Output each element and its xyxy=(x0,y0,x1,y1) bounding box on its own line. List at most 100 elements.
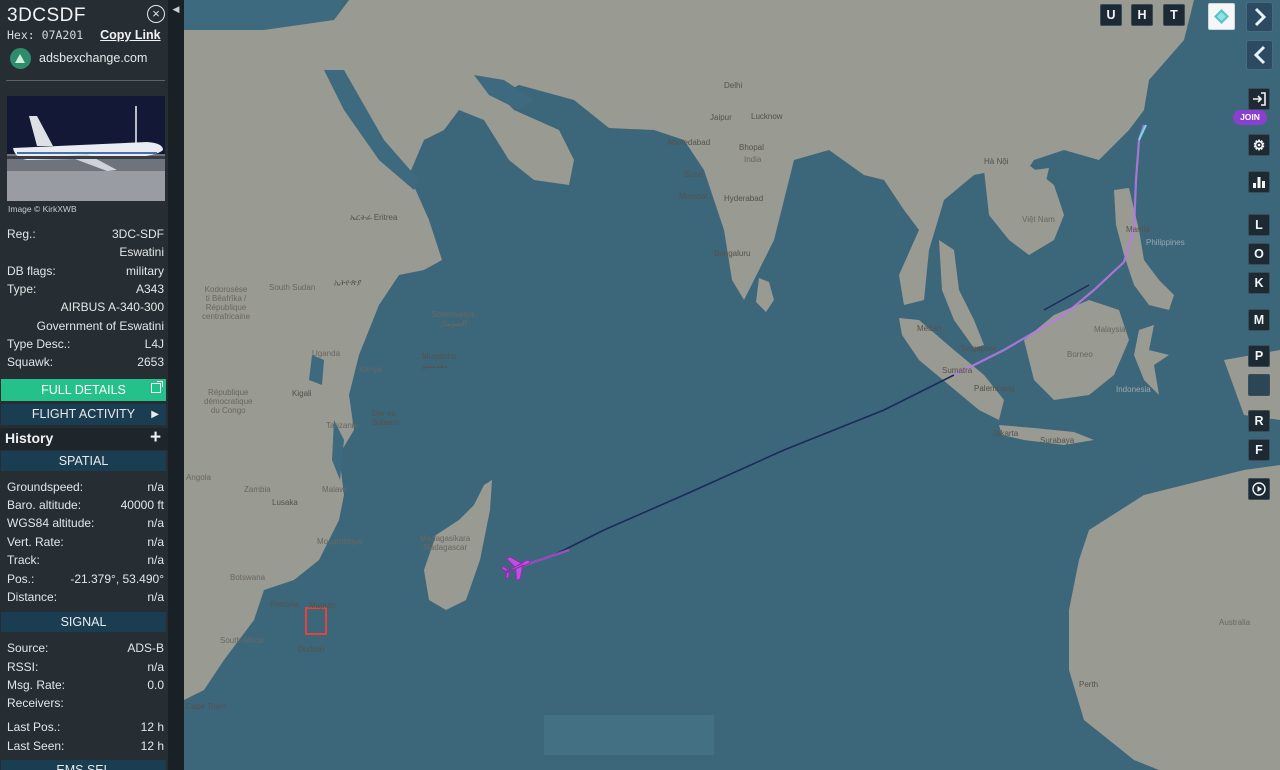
layers-icon xyxy=(1214,9,1229,24)
detail-row: AIRBUS A-340-300 xyxy=(7,300,165,316)
title-row: 3DCSDF × xyxy=(7,5,167,27)
map-control-l[interactable]: L xyxy=(1248,214,1270,236)
signal-row: Msg. Rate: 0.0 xyxy=(7,678,165,694)
city-label-medan: Medan xyxy=(917,324,942,333)
map-control-r[interactable]: R xyxy=(1248,410,1270,432)
map-control-k[interactable]: K xyxy=(1248,272,1270,294)
city-label-lucknow: Lucknow xyxy=(751,112,783,121)
spatial-key: Distance: xyxy=(7,590,58,604)
country-label-mozambique: Moçambique xyxy=(317,537,363,546)
country-label-zambia: Zambia xyxy=(244,485,271,494)
signal-row: Last Seen: 12 h xyxy=(7,739,165,755)
aircraft-photo[interactable] xyxy=(7,96,165,201)
map-control-p[interactable]: P xyxy=(1248,345,1270,367)
detail-row: Eswatini xyxy=(7,245,165,261)
city-label-kigali: Kigali xyxy=(292,389,312,398)
settings-button[interactable]: ⚙ xyxy=(1248,134,1270,156)
full-details-button[interactable]: FULL DETAILS xyxy=(1,379,166,401)
city-label-durban: Durban xyxy=(298,645,325,654)
aircraft-info-panel: 3DCSDF × Hex: 07A201 Copy Link adsbexcha… xyxy=(0,0,168,770)
detail-value: AIRBUS A-340-300 xyxy=(60,300,164,314)
country-label-indonesia: Indonesia xyxy=(1116,385,1151,394)
spatial-value: 40000 ft xyxy=(120,498,164,512)
flight-activity-label: FLIGHT ACTIVITY xyxy=(31,407,136,421)
spatial-key: Baro. altitude: xyxy=(7,498,82,512)
flight-activity-button[interactable]: FLIGHT ACTIVITY ▶ xyxy=(1,404,166,425)
spatial-row: Groundspeed: n/a xyxy=(7,480,165,496)
detail-value: Eswatini xyxy=(119,245,164,259)
country-label-philippines: Philippines xyxy=(1146,238,1185,247)
detail-value: military xyxy=(126,264,164,278)
detail-key: Type Desc.: xyxy=(7,337,71,351)
aircraft-photo-image xyxy=(7,96,165,201)
country-label-malawi: Malawi xyxy=(322,485,347,494)
close-icon[interactable]: × xyxy=(147,5,165,23)
site-link[interactable]: adsbexchange.com xyxy=(10,47,147,69)
detail-row: DB flags: military xyxy=(7,264,165,280)
stats-button[interactable] xyxy=(1248,171,1270,193)
detail-value: Government of Eswatini xyxy=(36,319,164,333)
city-label-ethiopia: ኢትዮጵያ xyxy=(334,278,362,287)
signal-row: RSSI: n/a xyxy=(7,660,165,676)
collapse-arrow-icon[interactable]: ◀ xyxy=(170,3,182,15)
city-label-cape-town: Cape Town xyxy=(186,702,226,711)
hex-value: 07A201 xyxy=(41,28,84,42)
map-layers-button[interactable] xyxy=(1208,3,1235,30)
city-label-singapore: Singapore xyxy=(960,344,997,353)
adsbexchange-logo-icon xyxy=(10,47,31,69)
map-control-f[interactable]: F xyxy=(1248,439,1270,461)
join-badge[interactable]: JOIN xyxy=(1233,110,1267,125)
aircraft-callsign: 3DCSDF xyxy=(7,5,87,26)
signal-key: Last Pos.: xyxy=(7,720,61,734)
city-label-surabaya: Surabaya xyxy=(1040,436,1075,445)
spatial-row: Distance: n/a xyxy=(7,590,165,606)
city-label-ahmedabad: Ahmedabad xyxy=(667,138,711,147)
city-label-delhi: Delhi xyxy=(724,81,743,90)
city-label-mogadishu: Muqdisho مقديشو xyxy=(422,352,457,370)
plus-icon[interactable]: + xyxy=(150,427,161,449)
spatial-row: Vert. Rate: n/a xyxy=(7,535,165,551)
hex-row: Hex: 07A201 Copy Link xyxy=(7,28,161,42)
spatial-row: WGS84 altitude: n/a xyxy=(7,516,165,532)
spatial-header[interactable]: SPATIAL xyxy=(1,451,166,471)
map-control-h[interactable]: H xyxy=(1131,4,1153,26)
sidebar-collapse-strip[interactable]: ◀ xyxy=(168,0,184,770)
signal-key: RSSI: xyxy=(7,660,39,674)
map-control-t[interactable]: T xyxy=(1163,4,1185,26)
country-label-car: Kodorosèse ti Bêafrîka / République cent… xyxy=(202,285,251,321)
panel-back-button[interactable] xyxy=(1246,40,1273,70)
external-link-icon xyxy=(151,381,163,393)
signal-value: ADS-B xyxy=(127,641,164,655)
history-row[interactable]: History + xyxy=(0,427,184,450)
country-label-viet-nam: Việt Nam xyxy=(1022,215,1055,224)
detail-value: 3DC-SDF xyxy=(111,227,164,241)
spatial-value: n/a xyxy=(147,516,164,530)
spatial-row: Pos.: -21.379°, 53.490° xyxy=(7,572,165,588)
bar-chart-icon xyxy=(1253,177,1265,188)
country-label-tanzania: Tanzania xyxy=(326,421,359,430)
ems-sel-header[interactable]: EMS SEL xyxy=(1,760,166,770)
map-control-o[interactable]: O xyxy=(1248,243,1270,265)
panel-forward-button[interactable] xyxy=(1246,2,1273,32)
map-control-m[interactable]: M xyxy=(1248,309,1270,331)
replay-button[interactable] xyxy=(1248,478,1270,500)
copy-link[interactable]: Copy Link xyxy=(100,28,160,42)
country-label-botswana: Botswana xyxy=(230,573,266,582)
map-control-u[interactable]: U xyxy=(1100,4,1122,26)
signal-key: Source: xyxy=(7,641,49,655)
signal-header[interactable]: SIGNAL xyxy=(1,612,166,632)
gear-icon: ⚙ xyxy=(1252,137,1266,153)
signal-value: 12 h xyxy=(140,720,164,734)
map-canvas[interactable]: South Sudan Kodorosèse ti Bêafrîka / Rép… xyxy=(184,0,1280,770)
country-label-india: India xyxy=(744,155,762,164)
app-root: 3DCSDF × Hex: 07A201 Copy Link adsbexcha… xyxy=(0,0,1280,770)
chevron-right-icon: ▶ xyxy=(151,409,159,420)
map-control-blank[interactable] xyxy=(1248,374,1270,396)
detail-key: Squawk: xyxy=(7,355,54,369)
spatial-key: Groundspeed: xyxy=(7,480,84,494)
login-button[interactable] xyxy=(1248,88,1270,110)
country-label-kenya: Kenya xyxy=(359,365,382,374)
spatial-value: n/a xyxy=(147,535,164,549)
signal-key: Receivers: xyxy=(7,696,64,710)
detail-key: Type: xyxy=(7,282,37,296)
